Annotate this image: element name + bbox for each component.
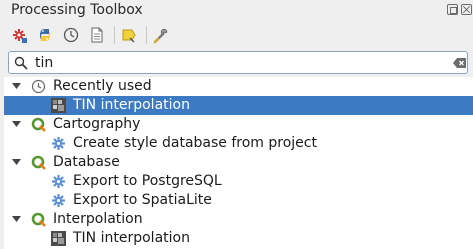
float-panel-icon[interactable] — [447, 4, 458, 15]
tree-item-create-style-database[interactable]: Create style database from project — [4, 134, 473, 153]
tree-item-label: Export to SpatiaLite — [73, 192, 212, 208]
clock-icon — [31, 79, 46, 94]
tree-group-label: Cartography — [53, 116, 141, 132]
search-input[interactable] — [35, 53, 435, 72]
tin-raster-icon — [51, 231, 66, 246]
edit-features-in-place-icon[interactable] — [118, 24, 140, 46]
expanded-arrow-icon[interactable] — [12, 215, 21, 224]
qgis-icon — [31, 155, 46, 170]
expanded-arrow-icon[interactable] — [12, 82, 21, 91]
toolbar-separator — [146, 26, 147, 44]
toolbar-separator — [114, 26, 115, 44]
dock-title-bar: Processing Toolbox — [0, 0, 473, 22]
python-scripts-icon[interactable] — [34, 24, 56, 46]
expanded-arrow-icon[interactable] — [12, 120, 21, 129]
tree-item-export-to-postgresql[interactable]: Export to PostgreSQL — [4, 172, 473, 191]
history-icon[interactable] — [60, 24, 82, 46]
tree-item-label: Create style database from project — [73, 135, 317, 151]
tree-group-recently-used[interactable]: Recently used — [4, 77, 473, 96]
search-icon — [14, 56, 28, 70]
results-viewer-icon[interactable] — [86, 24, 108, 46]
tree-group-label: Recently used — [53, 78, 152, 94]
options-icon[interactable] — [150, 24, 172, 46]
tree-group-interpolation[interactable]: Interpolation — [4, 210, 473, 229]
tin-raster-icon — [51, 98, 66, 113]
close-panel-icon[interactable] — [461, 4, 472, 15]
tree-group-label: Database — [53, 154, 120, 170]
tree-item-label: Export to PostgreSQL — [73, 173, 222, 189]
expanded-arrow-icon[interactable] — [12, 158, 21, 167]
search-box[interactable] — [8, 51, 468, 74]
tree-group-cartography[interactable]: Cartography — [4, 115, 473, 134]
tree-item-tin-interpolation[interactable]: TIN interpolation — [4, 229, 473, 248]
qgis-icon — [31, 212, 46, 227]
tree-group-label: Interpolation — [53, 211, 143, 227]
tree-group-database[interactable]: Database — [4, 153, 473, 172]
toolbox-toolbar — [8, 24, 468, 46]
tree-item-export-to-spatialite[interactable]: Export to SpatiaLite — [4, 191, 473, 210]
algorithm-gear-icon — [52, 194, 65, 207]
clear-search-icon[interactable] — [453, 58, 466, 68]
qgis-icon — [31, 117, 46, 132]
algorithm-gear-icon — [52, 137, 65, 150]
tree-item-tin-interpolation[interactable]: TIN interpolation — [4, 96, 473, 115]
algorithm-gear-icon — [52, 175, 65, 188]
tree-item-label: TIN interpolation — [73, 230, 190, 246]
panel-title: Processing Toolbox — [11, 2, 143, 18]
algorithm-tree: Recently used TIN interpolation Cartogra… — [4, 77, 473, 249]
models-icon[interactable] — [8, 24, 30, 46]
tree-item-label: TIN interpolation — [73, 97, 190, 113]
